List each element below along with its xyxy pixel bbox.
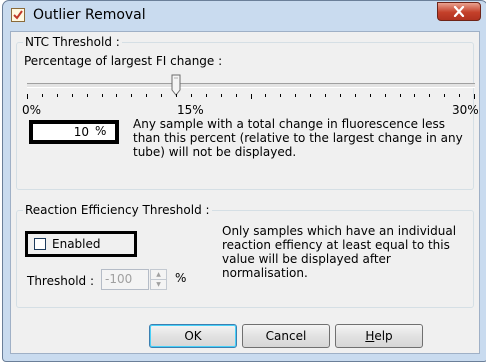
- slider-tick: [400, 94, 401, 97]
- slider-tick: [236, 94, 237, 97]
- slider-tick: [355, 94, 356, 97]
- spin-down-icon[interactable]: ▼: [151, 280, 166, 289]
- reaction-efficiency-group: Reaction Efficiency Threshold : Enabled …: [16, 203, 474, 308]
- threshold-spinner[interactable]: ▲ ▼: [150, 269, 167, 290]
- checkbox-app-icon: [11, 8, 25, 22]
- enabled-label[interactable]: Enabled: [52, 237, 101, 251]
- slider-ticks: [27, 94, 475, 100]
- threshold-unit: %: [175, 271, 187, 285]
- slider-tick: [27, 94, 28, 99]
- help-button[interactable]: Help: [335, 324, 423, 348]
- slider-tick: [385, 94, 386, 97]
- slider-tick: [444, 94, 445, 97]
- slider-tick: [459, 94, 460, 97]
- close-icon: [453, 6, 465, 17]
- ok-button[interactable]: OK: [149, 324, 237, 348]
- slider-tick: [161, 94, 162, 97]
- slider-tick: [102, 94, 103, 97]
- slider-tick: [414, 94, 415, 97]
- scale-mid-label: 15%: [177, 103, 204, 117]
- ntc-threshold-group: NTC Threshold : Percentage of largest FI…: [16, 35, 479, 190]
- slider-tick: [221, 94, 222, 97]
- percent-input[interactable]: [35, 125, 89, 139]
- slider-tick: [325, 94, 326, 97]
- slider-tick: [280, 94, 281, 97]
- reaction-efficiency-legend: Reaction Efficiency Threshold :: [23, 203, 212, 217]
- fi-change-label: Percentage of largest FI change :: [24, 54, 223, 68]
- reaction-description: Only samples which have an individual re…: [222, 224, 457, 280]
- percent-field-highlight: %: [29, 120, 119, 144]
- enabled-highlight: Enabled: [25, 231, 137, 257]
- threshold-input[interactable]: -100: [101, 269, 149, 290]
- slider-tick: [206, 94, 207, 97]
- close-button[interactable]: [437, 2, 481, 21]
- slider-tick: [295, 94, 296, 97]
- spin-up-icon[interactable]: ▲: [151, 270, 166, 280]
- slider-tick: [87, 94, 88, 97]
- scale-max-label: 30%: [452, 103, 479, 117]
- slider-tick: [191, 94, 192, 97]
- ntc-threshold-legend: NTC Threshold :: [23, 35, 122, 49]
- slider-tick: [116, 94, 117, 97]
- slider-tick: [146, 94, 147, 97]
- enabled-checkbox[interactable]: [34, 238, 46, 250]
- threshold-label: Threshold :: [27, 274, 94, 288]
- slider-tick: [310, 94, 311, 97]
- slider-tick: [57, 94, 58, 97]
- percent-unit: %: [95, 124, 107, 138]
- slider-tick: [176, 94, 177, 97]
- help-label-rest: elp: [374, 329, 393, 343]
- slider-tick: [340, 94, 341, 97]
- slider-tick: [474, 94, 475, 99]
- slider-tick: [370, 94, 371, 97]
- title-bar[interactable]: Outlier Removal: [3, 1, 486, 31]
- fi-change-slider-thumb[interactable]: [171, 74, 181, 96]
- dialog-client-area: NTC Threshold : Percentage of largest FI…: [10, 31, 480, 354]
- window-title: Outlier Removal: [33, 7, 146, 23]
- slider-tick: [72, 94, 73, 97]
- help-accelerator: H: [365, 329, 375, 343]
- outlier-removal-dialog: Outlier Removal NTC Threshold : Percenta…: [2, 0, 486, 362]
- slider-tick: [131, 94, 132, 97]
- fi-change-slider-track[interactable]: [27, 83, 475, 88]
- slider-tick: [42, 94, 43, 97]
- slider-tick: [251, 94, 252, 99]
- scale-min-label: 0%: [22, 103, 42, 117]
- slider-tick: [429, 94, 430, 97]
- ntc-description: Any sample with a total change in fluore…: [133, 117, 463, 159]
- slider-tick: [265, 94, 266, 97]
- cancel-button[interactable]: Cancel: [242, 324, 330, 348]
